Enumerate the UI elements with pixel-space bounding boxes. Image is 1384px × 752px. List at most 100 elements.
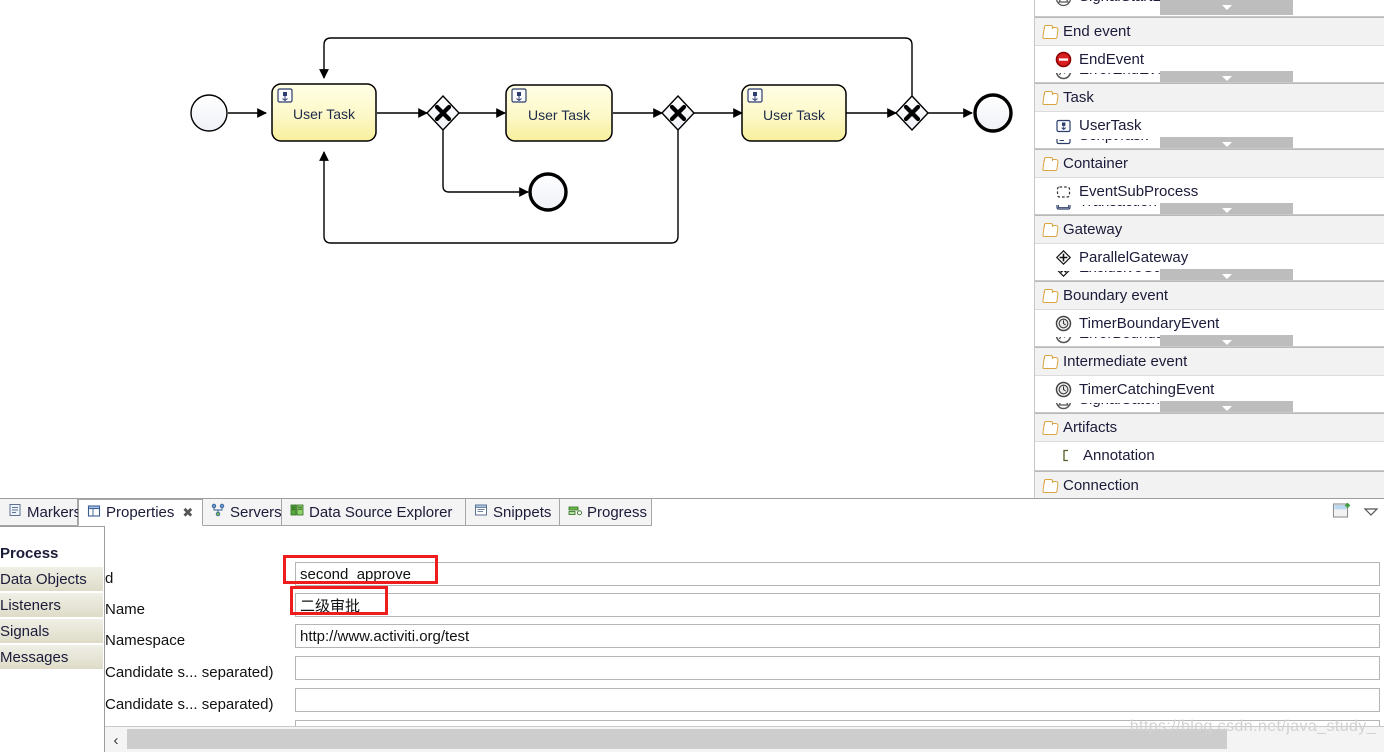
palette-group-boundary-event[interactable]: Boundary event: [1035, 281, 1384, 310]
view-tab-bar: Markers Properties ✖ Servers Data Source…: [0, 499, 1384, 527]
subtab-data-objects[interactable]: Data Objects: [0, 566, 104, 592]
bpmn-exclusive-gateway-1[interactable]: [426, 94, 460, 132]
parallel-gateway-icon: [1055, 249, 1072, 266]
subtab-label: Data Objects: [0, 570, 87, 588]
new-properties-view-icon[interactable]: [1332, 502, 1352, 525]
palette-group-connection[interactable]: Connection: [1035, 471, 1384, 498]
chevron-down-icon: [1221, 5, 1232, 10]
palette-item-endevent[interactable]: EndEvent: [1035, 45, 1384, 73]
bpmn-user-task-2[interactable]: User Task: [505, 84, 613, 142]
palette-group-artifacts[interactable]: Artifacts: [1035, 413, 1384, 442]
progress-icon: [568, 503, 582, 521]
palette-group-end-event[interactable]: End event: [1035, 17, 1384, 46]
tab-label: Servers: [230, 503, 282, 521]
tab-snippets[interactable]: Snippets: [466, 499, 560, 526]
bpmn-user-task-3-label: User Task: [763, 107, 826, 123]
chevron-down-icon: [1221, 274, 1232, 279]
properties-subtab-list[interactable]: Process Data Objects Listeners Signals M…: [0, 526, 105, 752]
palette-item-label: Annotation: [1083, 446, 1155, 464]
view-menu-chevron-icon[interactable]: [1362, 504, 1380, 523]
palette-group-label: Gateway: [1063, 221, 1123, 238]
palette-group-label: Intermediate event: [1063, 353, 1188, 370]
bpmn-user-task-1[interactable]: User Task: [271, 83, 377, 142]
palette-item-label: ParallelGateway: [1079, 248, 1189, 266]
field-value-name: 二级审批: [300, 597, 361, 615]
palette-group-label: Task: [1063, 89, 1094, 106]
palette-group-gateway[interactable]: Gateway: [1035, 215, 1384, 244]
palette-item-parallelgateway[interactable]: ParallelGateway: [1035, 243, 1384, 271]
palette-item-label: ScriptTask: [1079, 139, 1148, 143]
field-input-name[interactable]: 二级审批: [295, 593, 1380, 617]
panel-divider: [104, 526, 105, 752]
tab-properties[interactable]: Properties ✖: [78, 499, 203, 526]
bpmn-exclusive-gateway-2[interactable]: [661, 94, 695, 132]
event-subprocess-icon: [1055, 183, 1072, 200]
palette-group-intermediate-event[interactable]: Intermediate event: [1035, 347, 1384, 376]
tab-data-source-explorer[interactable]: Data Source Explorer: [282, 499, 466, 526]
bpmn-exclusive-gateway-3[interactable]: [895, 94, 929, 132]
bpmn-user-task-1-label: User Task: [293, 106, 356, 122]
timer-catching-event-icon: [1055, 381, 1072, 398]
chevron-down-icon: [1221, 406, 1232, 411]
field-value-namespace: http://www.activiti.org/test: [300, 627, 470, 645]
field-input-candidate-groups[interactable]: [295, 688, 1380, 712]
bpmn-palette[interactable]: SignalStartEvent End event EndEvent Erro…: [1034, 0, 1384, 498]
bpmn-user-task-3[interactable]: User Task: [741, 84, 847, 142]
palette-item-label: EventSubProcess: [1079, 182, 1199, 200]
bpmn-start-event[interactable]: [190, 94, 228, 132]
subtab-label: Signals: [0, 622, 50, 640]
palette-item-usertask[interactable]: UserTask: [1035, 111, 1384, 139]
folder-icon: [1043, 223, 1058, 236]
chevron-down-icon: [1221, 76, 1232, 81]
annotation-icon: [1059, 447, 1076, 464]
subtab-top-border: [0, 526, 104, 527]
palette-item-timercatchingevent[interactable]: TimerCatchingEvent: [1035, 375, 1384, 403]
watermark-text: https://blog.csdn.net/java_study_: [1129, 718, 1376, 735]
field-value-id: second_approve: [300, 565, 411, 583]
signal-start-event-icon: [1055, 0, 1072, 11]
bottom-views-panel: Markers Properties ✖ Servers Data Source…: [0, 498, 1384, 752]
field-label-name: Name: [105, 601, 146, 618]
tab-progress[interactable]: Progress: [560, 499, 652, 526]
palette-scroll-down-0[interactable]: [1160, 0, 1293, 15]
bpmn-end-event-2[interactable]: [528, 172, 568, 212]
palette-item-label: UserTask: [1079, 116, 1142, 134]
palette-item-timerboundaryevent[interactable]: TimerBoundaryEvent: [1035, 309, 1384, 337]
bpmn-diagram-canvas[interactable]: User Task User Task User Task: [0, 0, 1034, 498]
user-task-icon: [1055, 117, 1072, 134]
subtab-label: Messages: [0, 648, 69, 666]
folder-icon: [1043, 91, 1058, 104]
tab-servers[interactable]: Servers: [203, 499, 282, 526]
snippets-icon: [474, 503, 488, 521]
bpmn-end-event-1[interactable]: [973, 93, 1013, 133]
chevron-down-icon: [1221, 208, 1232, 213]
palette-group-label: Connection: [1063, 477, 1139, 494]
palette-group-task[interactable]: Task: [1035, 83, 1384, 112]
view-toolbar: [1332, 501, 1380, 525]
subtab-process[interactable]: Process: [0, 540, 104, 566]
scroll-left-arrow-icon[interactable]: ‹: [105, 728, 127, 752]
palette-group-container[interactable]: Container: [1035, 149, 1384, 178]
field-input-namespace[interactable]: http://www.activiti.org/test: [295, 624, 1380, 648]
palette-group-label: Boundary event: [1063, 287, 1169, 304]
servers-icon: [211, 503, 225, 521]
palette-item-annotation[interactable]: Annotation: [1035, 441, 1384, 469]
properties-icon: [87, 504, 101, 522]
palette-item-label: EndEvent: [1079, 50, 1145, 68]
tab-markers[interactable]: Markers: [0, 499, 81, 526]
close-icon[interactable]: ✖: [182, 505, 193, 521]
palette-item-eventsubprocess[interactable]: EventSubProcess: [1035, 177, 1384, 205]
field-input-candidate-users[interactable]: [295, 656, 1380, 680]
subtab-messages[interactable]: Messages: [0, 644, 104, 670]
subtab-listeners[interactable]: Listeners: [0, 592, 104, 618]
folder-icon: [1043, 289, 1058, 302]
subtab-signals[interactable]: Signals: [0, 618, 104, 644]
field-input-id[interactable]: second_approve: [295, 562, 1380, 586]
scrollbar-thumb[interactable]: [127, 729, 1227, 749]
subtab-label: Listeners: [0, 596, 61, 614]
palette-group-label: End event: [1063, 23, 1131, 40]
field-label-candidate-groups: Candidate s... separated): [105, 696, 274, 713]
tab-label: Data Source Explorer: [309, 503, 453, 521]
folder-icon: [1043, 479, 1058, 492]
folder-icon: [1043, 421, 1058, 434]
